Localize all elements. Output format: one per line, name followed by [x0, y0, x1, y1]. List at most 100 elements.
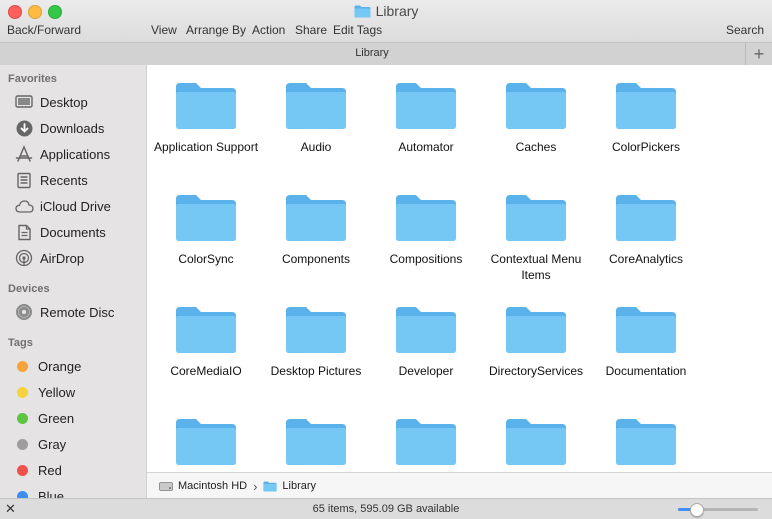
sidebar-item-recents[interactable]: Recents [14, 169, 88, 191]
folder-item[interactable]: Audio [261, 81, 371, 155]
folder-item[interactable]: Desktop Pictures [261, 305, 371, 379]
folder-name: Components [281, 252, 351, 266]
folder-item[interactable]: Documentation [591, 305, 701, 379]
folder-item[interactable]: Automator [371, 81, 481, 155]
folder-name: Compositions [389, 252, 463, 266]
edit-tags-button[interactable]: Edit Tags [333, 23, 382, 37]
sidebar-item-documents[interactable]: Documents [14, 221, 106, 243]
folder-name: CoreMediaIO [170, 364, 242, 378]
sidebar-item-label: Documents [40, 224, 106, 240]
new-tab-button[interactable]: + [745, 43, 772, 65]
close-window-button[interactable] [8, 5, 22, 19]
sidebar-tag-green[interactable]: Green [14, 407, 74, 429]
folder-item[interactable] [151, 417, 261, 472]
path-item-macintosh-hd[interactable]: Macintosh HD [159, 480, 247, 492]
path-bar: Macintosh HD › Library [147, 472, 772, 499]
sidebar-item-label: Orange [38, 358, 82, 374]
orange-tag-dot-icon [17, 360, 28, 372]
favorites-heading: Favorites [8, 73, 57, 85]
folder-name: CoreAnalytics [608, 252, 684, 266]
folder-item[interactable] [371, 417, 481, 472]
folder-icon [176, 83, 236, 129]
path-separator: › [253, 478, 258, 494]
path-item-library[interactable]: Library [263, 480, 316, 492]
icon-size-slider[interactable] [678, 503, 758, 517]
folder-name: Application Support [153, 140, 259, 154]
hard-drive-icon [159, 481, 173, 491]
folder-item[interactable] [591, 417, 701, 472]
sidebar-item-downloads[interactable]: Downloads [14, 117, 104, 139]
folder-icon [396, 419, 456, 465]
folder-name: Automator [398, 140, 454, 154]
file-browser-icon-view[interactable]: Application Support Audio Automator Caches C… [147, 65, 772, 472]
sidebar-item-remote-disc[interactable]: Remote Disc [14, 301, 114, 323]
folder-item[interactable]: CoreMediaIO [151, 305, 261, 379]
folder-item[interactable] [261, 417, 371, 472]
sidebar-tag-blue[interactable]: Blue [14, 485, 64, 498]
sidebar-tag-yellow[interactable]: Yellow [14, 381, 75, 403]
folder-item[interactable]: Application Support [151, 81, 261, 155]
folder-icon [176, 195, 236, 241]
folder-name: Developer [398, 364, 454, 378]
folder-icon [506, 195, 566, 241]
folder-name: DirectoryServices [488, 364, 584, 378]
red-tag-dot-icon [17, 464, 28, 476]
minimize-window-button[interactable] [28, 5, 42, 19]
search-button[interactable]: Search [726, 23, 764, 37]
folder-item[interactable]: Caches [481, 81, 591, 155]
folder-item[interactable]: DirectoryServices [481, 305, 591, 379]
icon-size-slider-thumb[interactable] [689, 503, 704, 517]
share-button[interactable]: Share [295, 23, 327, 37]
folder-icon [506, 307, 566, 353]
sidebar-item-icloud-drive[interactable]: iCloud Drive [14, 195, 111, 217]
view-button[interactable]: View [151, 23, 177, 37]
sidebar-tag-gray[interactable]: Gray [14, 433, 66, 455]
folder-name: Contextual Menu Items [490, 252, 582, 282]
folder-item[interactable]: Components [261, 193, 371, 267]
folder-icon [396, 195, 456, 241]
sidebar-tag-orange[interactable]: Orange [14, 355, 81, 377]
sidebar-item-desktop[interactable]: Desktop [14, 91, 88, 113]
folder-item[interactable]: CoreAnalytics [591, 193, 701, 267]
status-text: 65 items, 595.09 GB available [312, 503, 460, 515]
status-bar: ✕ 65 items, 595.09 GB available [0, 498, 772, 519]
folder-icon [176, 307, 236, 353]
back-forward-button[interactable]: Back/Forward [7, 23, 81, 37]
airdrop-icon [14, 248, 34, 268]
sidebar-item-label: Blue [38, 488, 65, 499]
folder-icon [396, 307, 456, 353]
folder-name: Caches [515, 140, 557, 154]
sidebar-item-label: AirDrop [40, 250, 85, 266]
folder-item[interactable]: ColorSync [151, 193, 261, 267]
window-title-text: Library [375, 3, 419, 19]
tab-bar: Library + [0, 42, 772, 66]
sidebar-item-label: Green [38, 410, 75, 426]
sidebar-item-label: iCloud Drive [40, 198, 111, 214]
folder-item[interactable]: Contextual Menu Items [481, 193, 591, 283]
downloads-icon [14, 118, 34, 138]
folder-item[interactable]: ColorPickers [591, 81, 701, 155]
folder-item[interactable]: Developer [371, 305, 481, 379]
sidebar-item-label: Desktop [40, 94, 88, 110]
folder-name: Audio [300, 140, 332, 154]
arrange-by-button[interactable]: Arrange By [186, 23, 246, 37]
action-button[interactable]: Action [252, 23, 285, 37]
window-title: Library [354, 3, 419, 19]
folder-item[interactable] [481, 417, 591, 472]
folder-item[interactable]: Compositions [371, 193, 481, 267]
sidebar-item-label: Applications [40, 146, 111, 162]
sidebar-tag-red[interactable]: Red [14, 459, 62, 481]
tab-library[interactable]: Library [0, 47, 744, 59]
sidebar-item-label: Downloads [40, 120, 105, 136]
zoom-window-button[interactable] [48, 5, 62, 19]
sidebar-item-applications[interactable]: Applications [14, 143, 110, 165]
sidebar-item-label: Recents [40, 172, 88, 188]
sidebar: Favorites Desktop Downloads Applications… [0, 65, 147, 498]
folder-name: ColorPickers [611, 140, 680, 154]
devices-heading: Devices [8, 283, 50, 295]
folder-icon [286, 419, 346, 465]
documents-icon [14, 222, 34, 242]
sidebar-item-airdrop[interactable]: AirDrop [14, 247, 84, 269]
cloud-icon [14, 196, 34, 216]
desktop-icon [14, 92, 34, 112]
